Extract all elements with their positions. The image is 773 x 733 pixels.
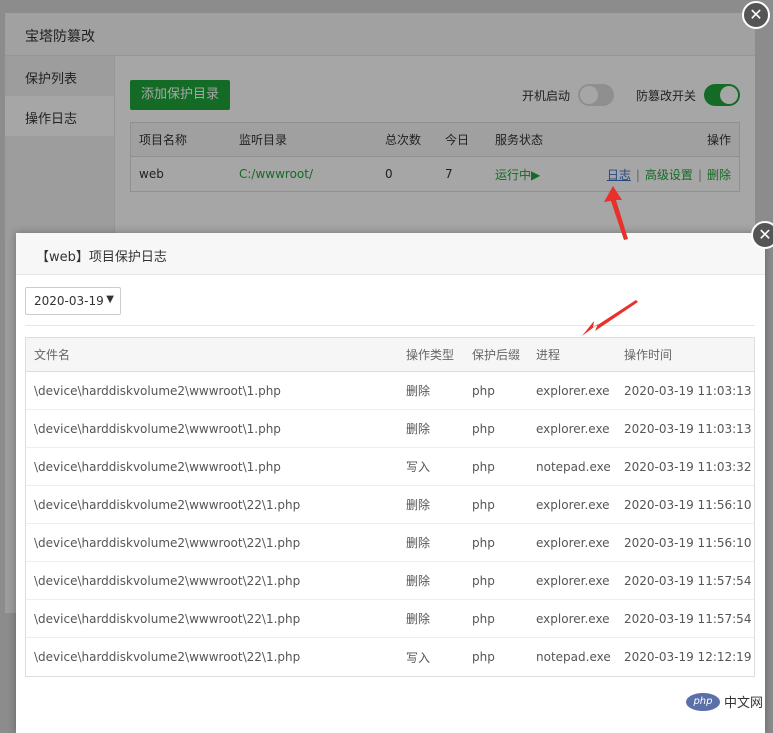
ext-cell: php (472, 383, 495, 398)
table-row: \device\harddiskvolume2\wwwroot\22\1.php… (26, 600, 754, 638)
time-cell: 2020-03-19 11:03:32 (624, 459, 752, 474)
filename-cell: \device\harddiskvolume2\wwwroot\1.php (34, 459, 281, 474)
table-row: \device\harddiskvolume2\wwwroot\22\1.php… (26, 638, 754, 676)
time-cell: 2020-03-19 11:56:10 (624, 535, 752, 550)
table-row: \device\harddiskvolume2\wwwroot\1.php 删除 p… (26, 410, 754, 448)
date-select-value: 2020-03-19 (34, 294, 104, 308)
ext-cell: php (472, 459, 495, 474)
divider (25, 325, 755, 326)
col-process: 进程 (536, 348, 561, 362)
process-cell: explorer.exe (536, 535, 610, 550)
op-type-cell: 写入 (406, 460, 431, 474)
ext-cell: php (472, 650, 495, 664)
process-cell: explorer.exe (536, 611, 610, 626)
col-filename: 文件名 (34, 348, 71, 362)
ext-cell: php (472, 573, 495, 588)
col-op-type: 操作类型 (406, 348, 455, 362)
process-cell: explorer.exe (536, 383, 610, 398)
filename-cell: \device\harddiskvolume2\wwwroot\22\1.php (34, 650, 301, 664)
ext-cell: php (472, 497, 495, 512)
chevron-down-icon: ▼ (106, 294, 114, 305)
process-cell: explorer.exe (536, 573, 610, 588)
op-type-cell: 删除 (406, 384, 431, 398)
red-arrow-icon (604, 186, 628, 240)
filename-cell: \device\harddiskvolume2\wwwroot\22\1.php (34, 611, 301, 626)
filename-cell: \device\harddiskvolume2\wwwroot\22\1.php (34, 497, 301, 512)
log-rows: \device\harddiskvolume2\wwwroot\1.php 删除 p… (26, 372, 754, 676)
filename-cell: \device\harddiskvolume2\wwwroot\1.php (34, 383, 281, 398)
time-cell: 2020-03-19 11:57:54 (624, 611, 752, 626)
time-cell: 2020-03-19 11:03:13 (624, 421, 752, 436)
log-dialog-title: 【web】项目保护日志 (16, 233, 765, 275)
table-row: \device\harddiskvolume2\wwwroot\22\1.php… (26, 486, 754, 524)
time-cell: 2020-03-19 11:03:13 (624, 383, 752, 398)
table-row: \device\harddiskvolume2\wwwroot\22\1.php… (26, 562, 754, 600)
close-icon[interactable]: ✕ (751, 221, 773, 249)
red-arrow-icon (582, 300, 638, 336)
close-icon[interactable]: ✕ (742, 1, 770, 29)
process-cell: explorer.exe (536, 421, 610, 436)
op-type-cell: 删除 (406, 536, 431, 550)
watermark: php 中文网 (685, 692, 763, 711)
col-time: 操作时间 (624, 348, 673, 362)
table-row: \device\harddiskvolume2\wwwroot\1.php 写入 p… (26, 448, 754, 486)
log-table-header: 文件名 操作类型 保护后缀 进程 操作时间 (26, 338, 754, 372)
ext-cell: php (472, 611, 495, 626)
time-cell: 2020-03-19 11:56:10 (624, 497, 752, 512)
time-cell: 2020-03-19 12:12:19 (624, 650, 752, 664)
op-type-cell: 删除 (406, 498, 431, 512)
op-type-cell: 删除 (406, 422, 431, 436)
col-ext: 保护后缀 (472, 348, 521, 362)
log-table: 文件名 操作类型 保护后缀 进程 操作时间 \device\harddiskvo… (25, 337, 755, 677)
table-row: \device\harddiskvolume2\wwwroot\22\1.php… (26, 524, 754, 562)
date-select[interactable]: 2020-03-19 ▼ (25, 287, 121, 315)
ext-cell: php (472, 421, 495, 436)
op-type-cell: 删除 (406, 612, 431, 626)
project-log-dialog: 【web】项目保护日志 ✕ 2020-03-19 ▼ 文件名 操作类型 保护后缀… (16, 221, 773, 733)
php-logo: php (685, 692, 720, 711)
watermark-text: 中文网 (723, 696, 763, 711)
ext-cell: php (472, 535, 495, 550)
filename-cell: \device\harddiskvolume2\wwwroot\1.php (34, 421, 281, 436)
op-type-cell: 删除 (406, 574, 431, 588)
process-cell: notepad.exe (536, 650, 611, 664)
filename-cell: \device\harddiskvolume2\wwwroot\22\1.php (34, 573, 301, 588)
table-row: \device\harddiskvolume2\wwwroot\1.php 删除 p… (26, 372, 754, 410)
time-cell: 2020-03-19 11:57:54 (624, 573, 752, 588)
op-type-cell: 写入 (406, 650, 431, 665)
process-cell: notepad.exe (536, 459, 611, 474)
filename-cell: \device\harddiskvolume2\wwwroot\22\1.php (34, 535, 301, 550)
process-cell: explorer.exe (536, 497, 610, 512)
